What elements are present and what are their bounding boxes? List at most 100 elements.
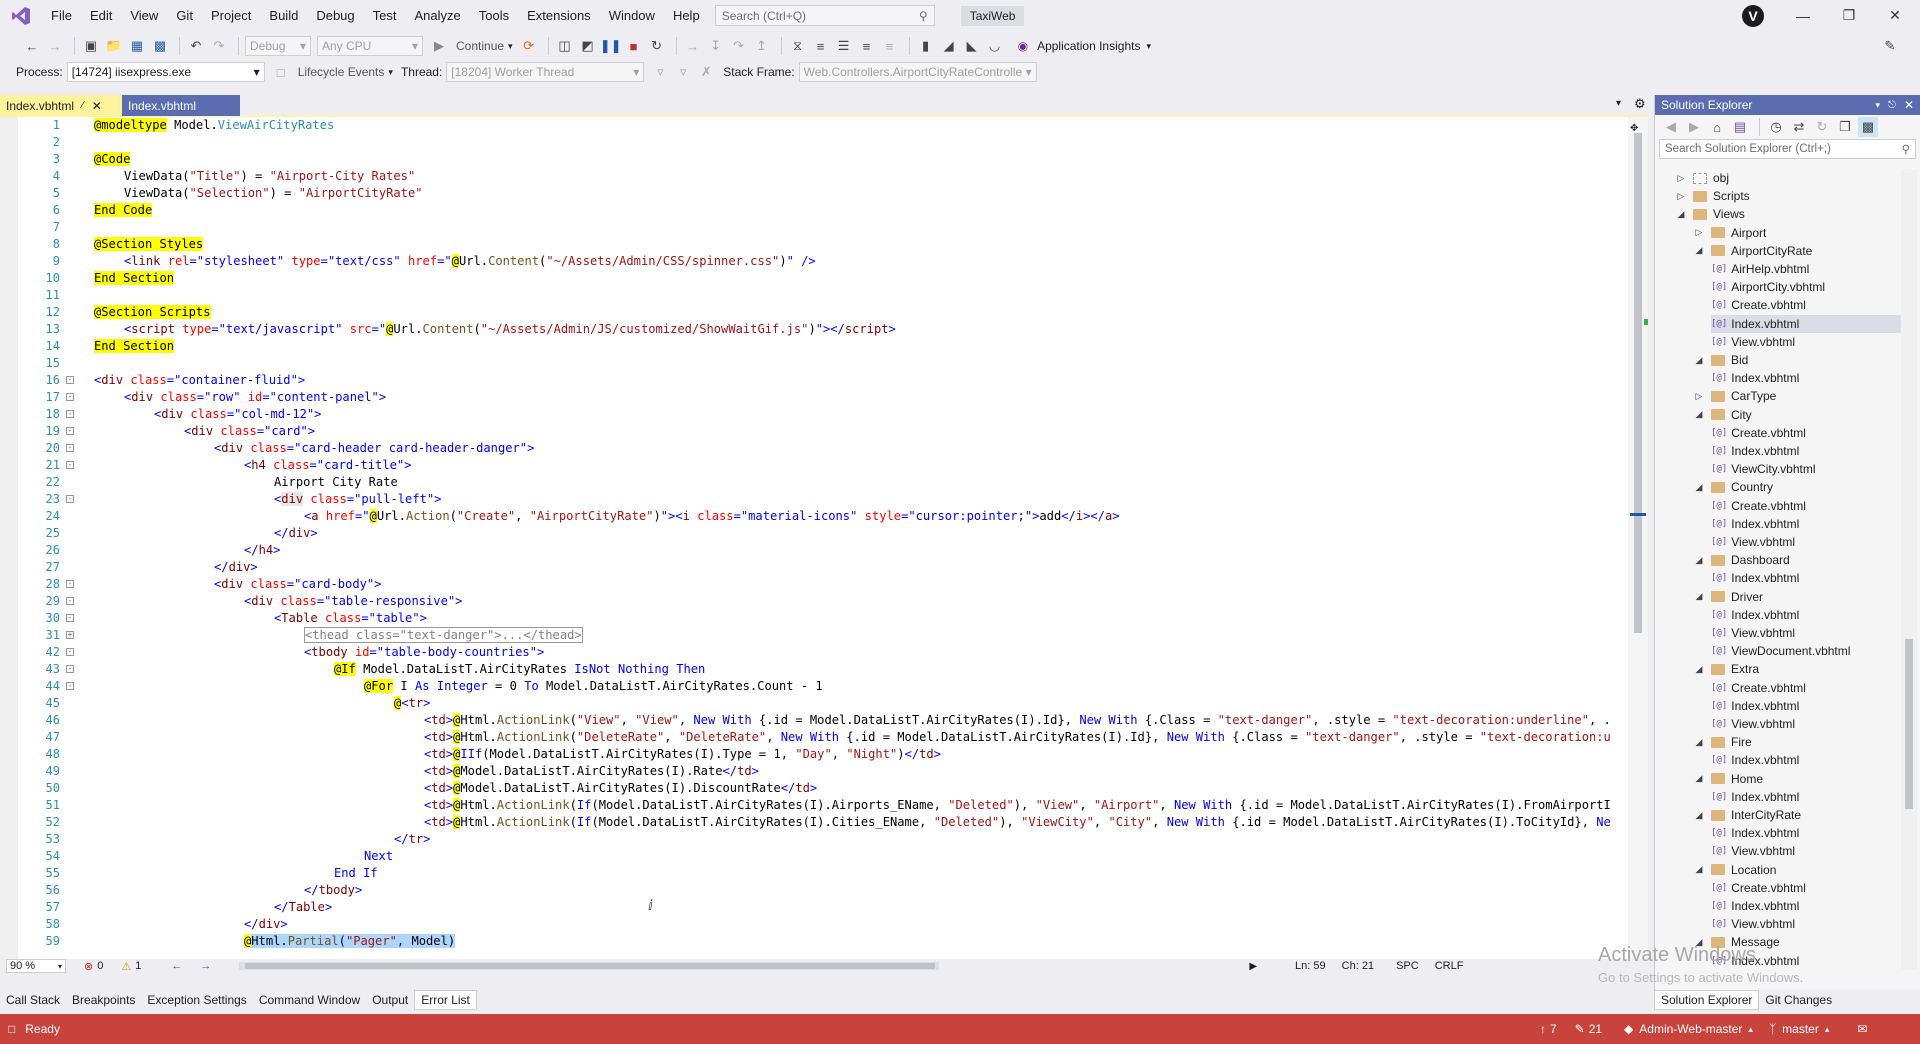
warning-icon[interactable]: ⚠ [121, 960, 131, 973]
spacing-indicator[interactable]: SPC [1396, 960, 1419, 972]
uncomment-icon[interactable]: ≡ [880, 36, 900, 56]
menu-item-test[interactable]: Test [364, 0, 406, 31]
collapse-arrow-icon[interactable]: ◢ [1693, 355, 1705, 366]
stack-frame-select[interactable]: Web.Controllers.AirportCityRateControlle… [798, 62, 1037, 82]
bookmark-icon[interactable]: ▮ [916, 36, 936, 56]
tree-file[interactable]: [@] View.vbhtml [1711, 624, 1795, 642]
collapse-arrow-icon[interactable]: ◢ [1693, 810, 1705, 821]
close-icon[interactable]: ✕ [92, 99, 102, 113]
new-project-icon[interactable]: ▣ [81, 36, 101, 56]
tree-file[interactable]: [@] Create.vbhtml [1711, 879, 1806, 897]
step-over-icon[interactable]: ↷ [729, 36, 749, 56]
collapse-arrow-icon[interactable]: ◢ [1693, 555, 1705, 566]
expand-arrow-icon[interactable]: ▷ [1693, 391, 1705, 402]
collapse-all-icon[interactable]: ❐ [1835, 117, 1855, 137]
collapse-toggle-icon[interactable]: - [66, 580, 74, 588]
tree-vertical-scrollbar[interactable] [1901, 169, 1917, 969]
tree-file[interactable]: [@] Index.vbhtml [1711, 751, 1799, 769]
show-all-files-icon[interactable]: ▩ [1858, 117, 1878, 137]
menu-item-debug[interactable]: Debug [307, 0, 363, 31]
tree-file[interactable]: [@] View.vbhtml [1711, 715, 1795, 733]
restart-icon[interactable]: ↻ [647, 36, 667, 56]
filter-icon[interactable]: ▿ [650, 62, 670, 82]
expand-arrow-icon[interactable]: ▷ [1675, 191, 1687, 202]
tree-folder[interactable]: ◢ Driver [1693, 588, 1763, 606]
tab-index-vbhtml-active[interactable]: Index.vbhtml ∕ ✕ [0, 95, 122, 116]
process-select[interactable]: [14724] iisexpress.exe ▾ [66, 62, 265, 82]
step-out-icon[interactable]: ↥ [752, 36, 772, 56]
close-window-button[interactable]: ✕ [1872, 0, 1918, 31]
commits-count[interactable]: 7 [1550, 1022, 1557, 1036]
tree-file[interactable]: [@] View.vbhtml [1711, 915, 1795, 933]
horizontal-scrollbar[interactable] [239, 962, 940, 970]
solution-explorer-search-input[interactable]: Search Solution Explorer (Ctrl+;) ⚲ [1659, 139, 1916, 159]
live-share-icon[interactable]: ✎ [1880, 36, 1900, 56]
tree-file[interactable]: [@] Index.vbhtml [1711, 788, 1799, 806]
tree-folder[interactable]: ▷ Airport [1693, 224, 1767, 242]
tree-folder[interactable]: ◢ Location [1693, 861, 1777, 879]
threads-icon[interactable]: ≡ [811, 36, 831, 56]
notifications-icon[interactable]: ✉ [1857, 1022, 1867, 1036]
tree-folder[interactable]: ◢ Views [1675, 205, 1745, 223]
code-line-31[interactable]: <thead class="text-danger">...</thead> [304, 627, 583, 644]
collapse-toggle-icon[interactable]: - [66, 444, 74, 452]
pin-icon[interactable]: ⎋ [1888, 100, 1896, 111]
menu-item-tools[interactable]: Tools [470, 0, 518, 31]
changes-count[interactable]: 21 [1589, 1022, 1602, 1036]
undo-icon[interactable]: ↶ [186, 36, 206, 56]
collapse-toggle-icon[interactable]: - [66, 682, 74, 690]
menu-item-edit[interactable]: Edit [81, 0, 121, 31]
branch-icon[interactable]: ᛉ [1769, 1022, 1776, 1036]
collapse-toggle-icon[interactable]: - [66, 410, 74, 418]
tab-breakpoints[interactable]: Breakpoints [66, 991, 141, 1009]
clear-bookmarks-icon[interactable]: ◡ [985, 36, 1005, 56]
tree-folder[interactable]: ◢ Home [1693, 770, 1763, 788]
step-into-icon[interactable]: ↧ [706, 36, 726, 56]
line-ending-indicator[interactable]: CRLF [1435, 960, 1464, 972]
menu-item-help[interactable]: Help [664, 0, 709, 31]
avatar[interactable]: V [1742, 5, 1764, 27]
break-all-icon[interactable]: ❚❚ [600, 36, 622, 56]
visual-studio-logo-icon[interactable] [10, 6, 32, 26]
tree-folder[interactable]: ▷ Scripts [1675, 187, 1750, 205]
refresh-icon[interactable]: ↻ [1812, 117, 1832, 137]
close-icon[interactable]: ✕ [1904, 98, 1914, 112]
pencil-icon[interactable]: ✎ [1575, 1022, 1585, 1036]
repository-icon[interactable]: ◆ [1624, 1022, 1633, 1036]
menu-item-extensions[interactable]: Extensions [518, 0, 600, 31]
repository-name[interactable]: Admin-Web-master [1639, 1022, 1742, 1036]
tree-file[interactable]: [@] Index.vbhtml [1711, 824, 1799, 842]
tree-file[interactable]: [@] Create.vbhtml [1711, 679, 1806, 697]
prev-bookmark-icon[interactable]: ◢ [939, 36, 959, 56]
back-icon[interactable]: ◀ [1661, 117, 1681, 137]
tab-index-vbhtml[interactable]: Index.vbhtml [122, 95, 240, 116]
sync-icon[interactable]: ⇄ [1789, 117, 1809, 137]
collapse-arrow-icon[interactable]: ◢ [1693, 482, 1705, 493]
comment-icon[interactable]: ≡ [857, 36, 877, 56]
tab-command-window[interactable]: Command Window [253, 991, 366, 1009]
scrollbar-thumb[interactable] [245, 963, 936, 969]
tree-file[interactable]: [@] Index.vbhtml [1711, 697, 1799, 715]
arrow-up-icon[interactable]: ↑ [1540, 1022, 1546, 1036]
expand-toggle-icon[interactable]: + [66, 631, 74, 639]
scroll-right-icon[interactable]: ▶ [1249, 961, 1257, 972]
tree-folder[interactable]: ▷ obj [1675, 169, 1729, 187]
tree-folder[interactable]: ◢ Dashboard [1693, 551, 1790, 569]
collapse-arrow-icon[interactable]: ◢ [1675, 209, 1687, 220]
tree-file[interactable]: [@] Create.vbhtml [1711, 296, 1806, 314]
editor-vertical-scrollbar[interactable]: ✥ [1628, 117, 1648, 959]
pending-changes-filter-icon[interactable]: ◷ [1766, 117, 1786, 137]
collapse-arrow-icon[interactable]: ◢ [1693, 591, 1705, 602]
collapse-arrow-icon[interactable]: ◢ [1693, 409, 1705, 420]
collapse-toggle-icon[interactable]: - [66, 461, 74, 469]
tree-file[interactable]: [@] Index.vbhtml [1711, 314, 1901, 333]
expand-arrow-icon[interactable]: ▷ [1693, 227, 1705, 238]
navigate-back-icon[interactable]: ← [22, 36, 42, 56]
tree-file[interactable]: [@] Index.vbhtml [1711, 606, 1799, 624]
tab-error-list[interactable]: Error List [414, 990, 477, 1010]
minimize-button[interactable]: — [1780, 0, 1826, 31]
menu-item-view[interactable]: View [121, 0, 167, 31]
flag-threads-icon[interactable]: ☰ [834, 36, 854, 56]
collapse-arrow-icon[interactable]: ◢ [1693, 773, 1705, 784]
collapse-arrow-icon[interactable]: ◢ [1693, 864, 1705, 875]
